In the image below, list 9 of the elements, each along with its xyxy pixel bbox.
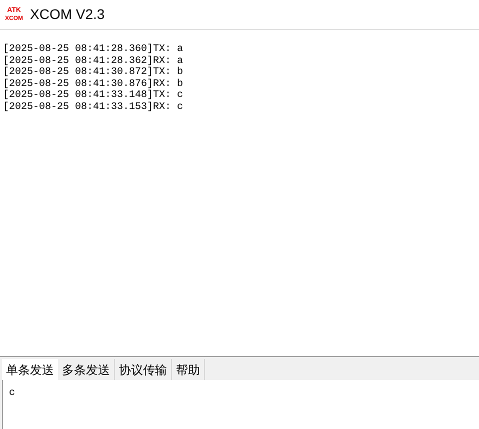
send-field[interactable]: c xyxy=(2,380,479,429)
log-line: [2025-08-25 08:41:28.360]TX: a xyxy=(3,44,184,56)
log-line: [2025-08-25 08:41:33.148]TX: c xyxy=(3,90,184,102)
log-line: [2025-08-25 08:41:30.876]RX: b xyxy=(3,78,184,90)
log-line: [2025-08-25 08:41:28.362]RX: a xyxy=(3,56,184,66)
tab[interactable]: 单条发送 xyxy=(2,359,58,380)
log-line: [2025-08-25 08:41:33.153]RX: c xyxy=(3,102,184,113)
window-title: XCOM V2.3 xyxy=(30,5,105,24)
log-line: [2025-08-25 08:41:30.872]TX: b xyxy=(3,67,184,78)
